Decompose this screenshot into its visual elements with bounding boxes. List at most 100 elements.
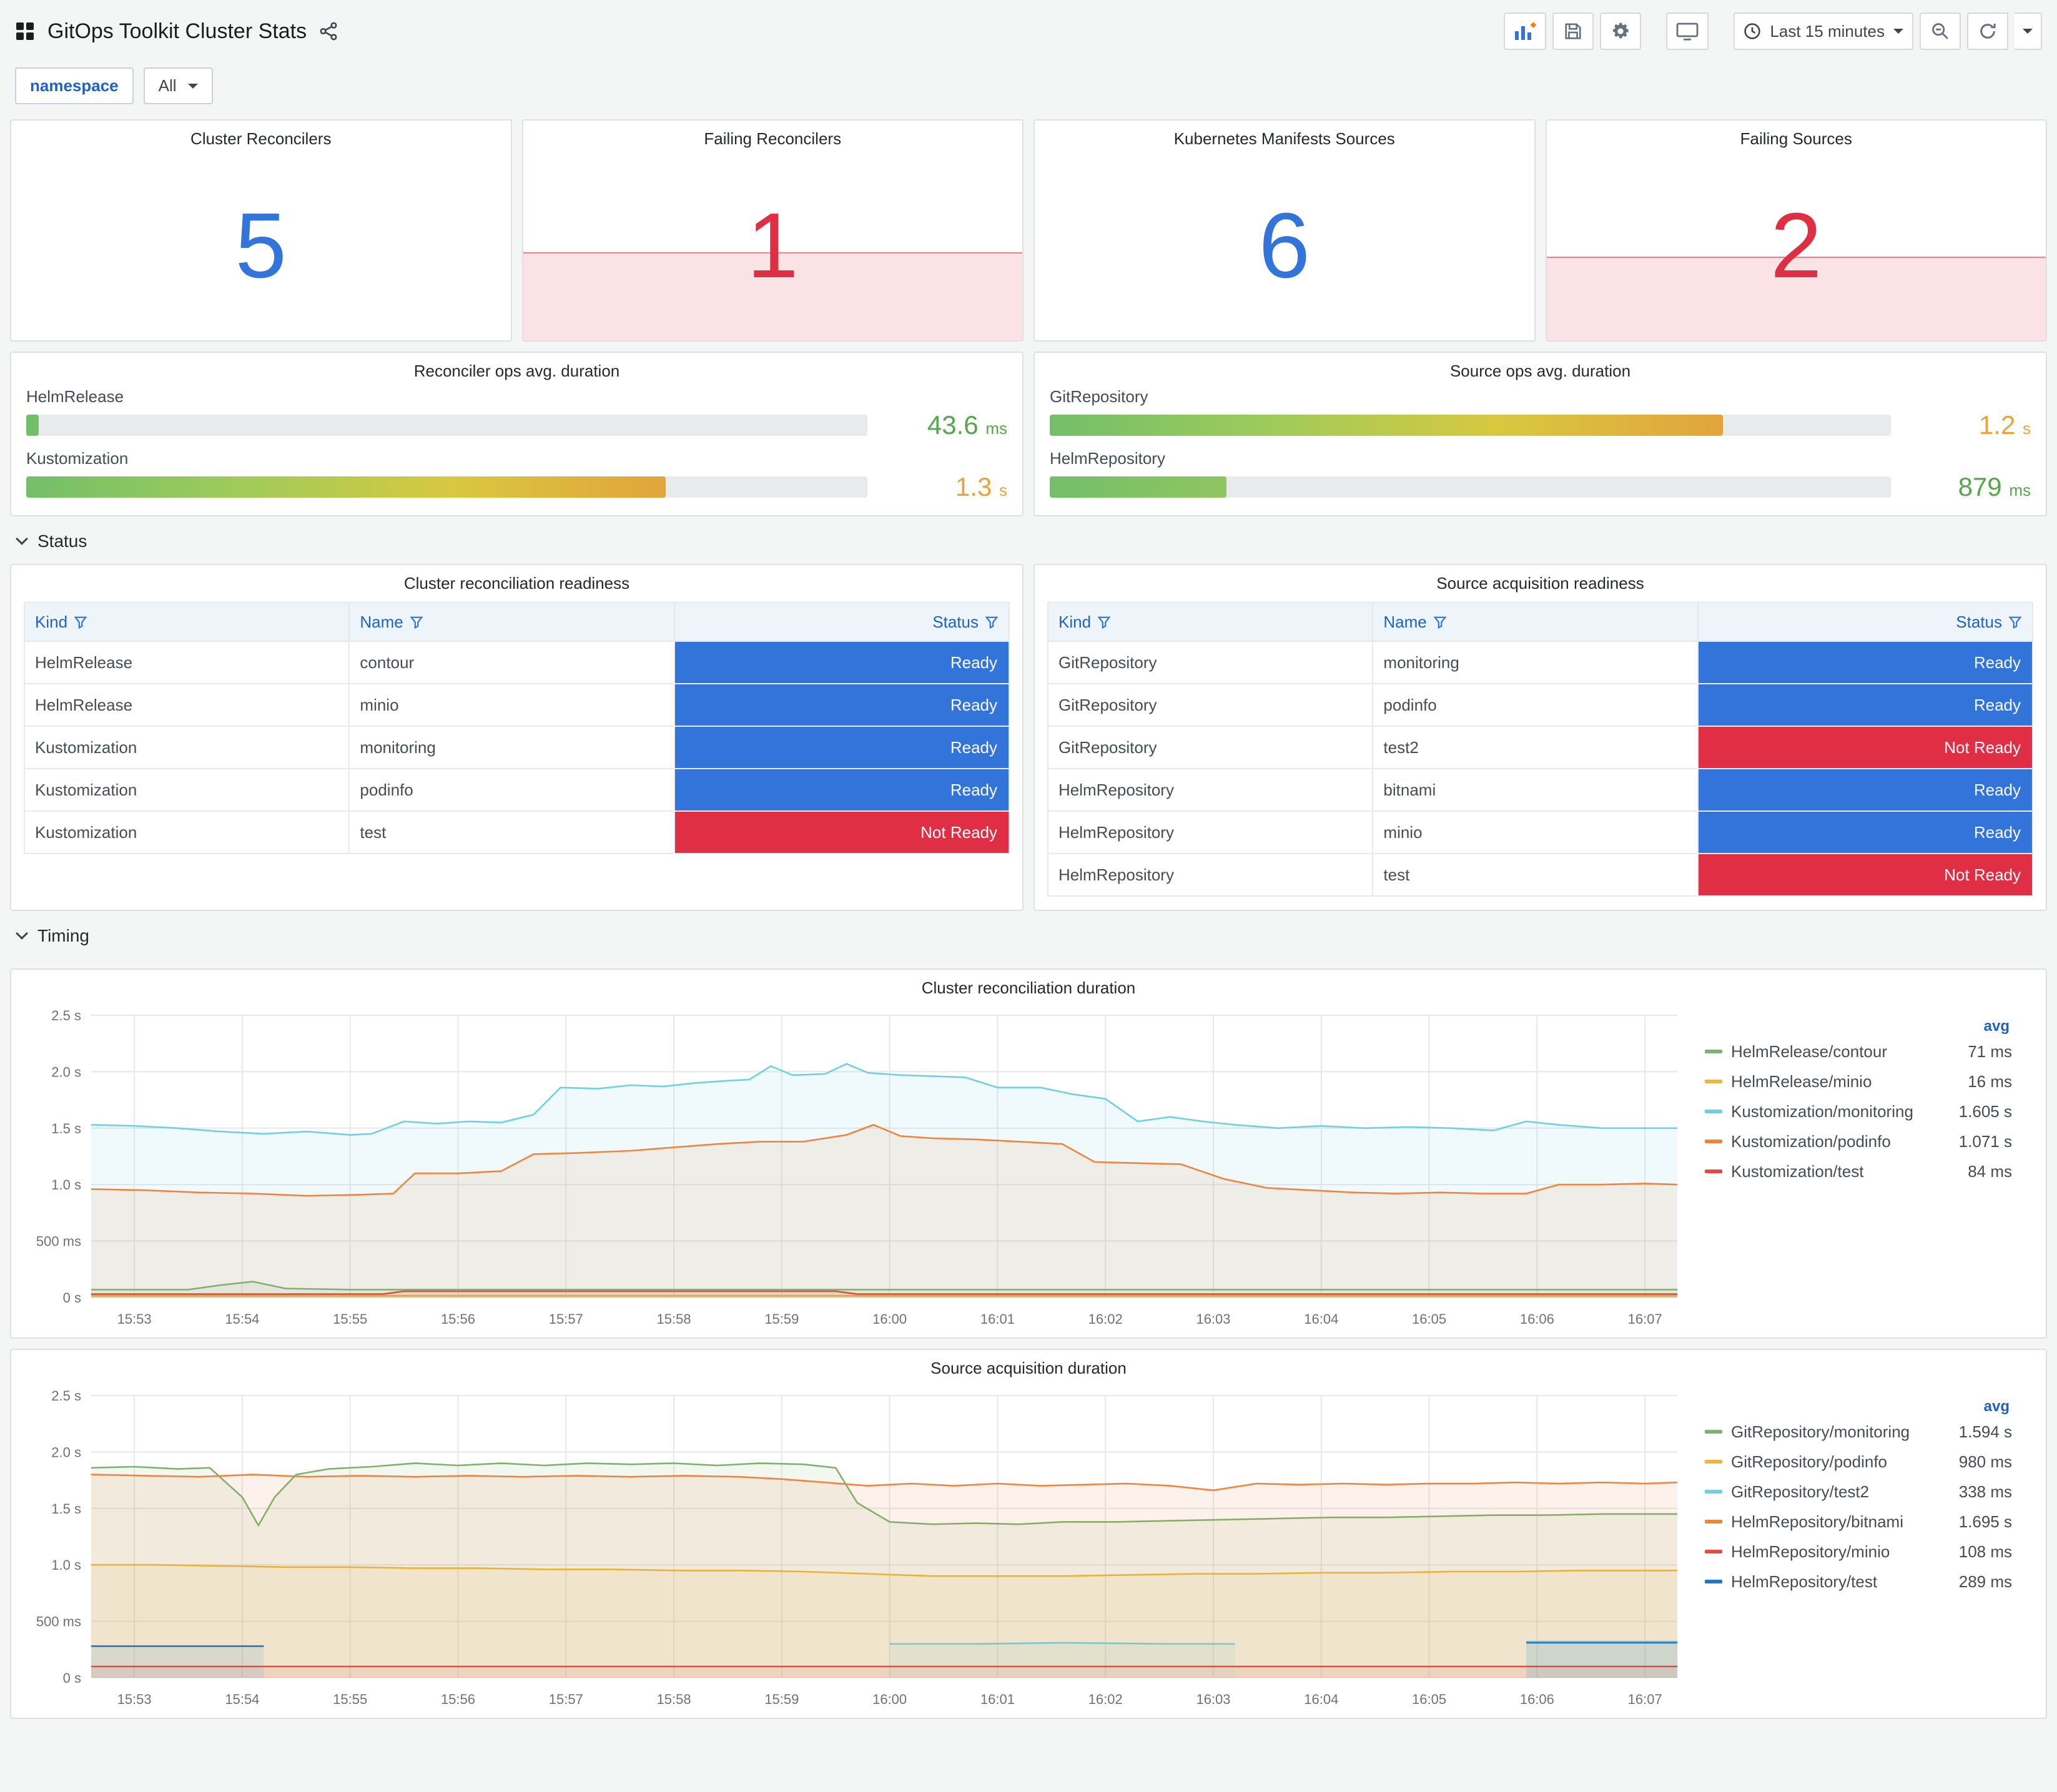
svg-text:15:54: 15:54 xyxy=(225,1691,259,1707)
panel-title: Kubernetes Manifests Sources xyxy=(1173,129,1395,148)
refresh-icon xyxy=(1978,22,1997,41)
svg-text:16:03: 16:03 xyxy=(1196,1691,1230,1707)
panel-title: Source acquisition duration xyxy=(930,1359,1127,1377)
column-header-status[interactable]: Status xyxy=(673,602,1010,642)
svg-text:16:02: 16:02 xyxy=(1088,1311,1123,1327)
variable-namespace-select[interactable]: All xyxy=(143,67,213,104)
timeseries-plot: 0 s 500 ms 1.0 s 1.5 s 2.0 s 2.5 s 15:53 15:54 1… xyxy=(36,1008,1678,1327)
svg-text:2.0 s: 2.0 s xyxy=(51,1064,81,1080)
table-row: HelmRepository test Not Ready xyxy=(1047,853,2034,897)
stat-value: 6 xyxy=(1258,194,1310,297)
gauge-label: GitRepository xyxy=(1050,387,1148,406)
monitor-icon xyxy=(1676,21,1699,41)
status-badge: Ready xyxy=(674,642,1009,683)
dashboards-grid-icon[interactable] xyxy=(15,21,35,41)
legend-series-avg: 338 ms xyxy=(1958,1482,2012,1501)
gauge-value: 43.6 ms xyxy=(927,410,1007,440)
refresh-interval-dropdown[interactable] xyxy=(2015,12,2042,50)
svg-text:15:59: 15:59 xyxy=(764,1311,799,1327)
save-dashboard-button[interactable] xyxy=(1552,12,1594,50)
refresh-button[interactable] xyxy=(1967,12,2008,50)
column-header-status[interactable]: Status xyxy=(1697,602,2034,642)
svg-text:15:57: 15:57 xyxy=(549,1691,583,1707)
time-range-picker[interactable]: Last 15 minutes xyxy=(1734,12,1913,50)
legend-item-gitrepository-monitoring[interactable]: GitRepository/monitoring 1.594 s xyxy=(1705,1417,2012,1447)
svg-text:1.5 s: 1.5 s xyxy=(51,1121,81,1136)
legend-item-kustomization-monitoring[interactable]: Kustomization/monitoring 1.605 s xyxy=(1705,1096,2012,1126)
legend-item-helmrepository-minio[interactable]: HelmRepository/minio 108 ms xyxy=(1705,1537,2012,1567)
svg-text:15:56: 15:56 xyxy=(441,1691,475,1707)
gauge-label: Kustomization xyxy=(26,449,129,468)
legend-series-avg: 1.695 s xyxy=(1958,1512,2012,1531)
column-header-name[interactable]: Name xyxy=(1372,602,1699,642)
panel-title: Source ops avg. duration xyxy=(1449,362,1631,380)
table-row: HelmRepository minio Ready xyxy=(1047,810,2034,854)
cell-kind: HelmRepository xyxy=(1058,780,1174,799)
svg-text:16:04: 16:04 xyxy=(1304,1691,1338,1707)
column-header-name[interactable]: Name xyxy=(348,602,675,642)
table-row: HelmRepository bitnami Ready xyxy=(1047,768,2034,812)
cell-name: podinfo xyxy=(1383,695,1437,714)
legend-item-helmrepository-bitnami[interactable]: HelmRepository/bitnami 1.695 s xyxy=(1705,1507,2012,1537)
panel-title: Reconciler ops avg. duration xyxy=(413,362,620,380)
cell-kind: Kustomization xyxy=(35,780,137,799)
svg-text:500 ms: 500 ms xyxy=(36,1614,81,1630)
filter-funnel-icon[interactable] xyxy=(1433,615,1447,629)
column-header-kind[interactable]: Kind xyxy=(1047,602,1374,642)
svg-text:16:01: 16:01 xyxy=(980,1691,1015,1707)
section-timing-toggle[interactable]: Timing xyxy=(10,911,2047,958)
tv-mode-button[interactable] xyxy=(1666,12,1709,50)
svg-text:16:03: 16:03 xyxy=(1196,1311,1230,1327)
legend-item-kustomization-podinfo[interactable]: Kustomization/podinfo 1.071 s xyxy=(1705,1126,2012,1156)
filter-funnel-icon[interactable] xyxy=(74,615,87,629)
legend-series-swatch xyxy=(1705,1460,1722,1464)
legend-item-gitrepository-podinfo[interactable]: GitRepository/podinfo 980 ms xyxy=(1705,1447,2012,1477)
legend-item-helmrelease-minio[interactable]: HelmRelease/minio 16 ms xyxy=(1705,1066,2012,1096)
cell-name: bitnami xyxy=(1383,780,1436,799)
status-badge: Ready xyxy=(674,684,1009,726)
cell-kind: GitRepository xyxy=(1058,695,1157,714)
add-panel-button[interactable] xyxy=(1504,12,1547,50)
panel-title: Source acquisition readiness xyxy=(1436,574,1644,593)
filter-funnel-icon[interactable] xyxy=(410,615,423,629)
filter-funnel-icon[interactable] xyxy=(2008,615,2022,629)
status-badge: Not Ready xyxy=(674,812,1009,853)
legend-item-gitrepository-test2[interactable]: GitRepository/test2 338 ms xyxy=(1705,1477,2012,1507)
svg-text:1.0 s: 1.0 s xyxy=(51,1557,81,1573)
svg-text:500 ms: 500 ms xyxy=(36,1234,81,1249)
gauge-track xyxy=(26,415,867,436)
gauge-track xyxy=(26,476,867,498)
bar-gauge-kustomization: Kustomization 1.3 s xyxy=(26,449,1007,502)
cell-name: contour xyxy=(360,652,415,672)
legend-item-kustomization-test[interactable]: Kustomization/test 84 ms xyxy=(1705,1156,2012,1186)
svg-text:15:58: 15:58 xyxy=(657,1311,691,1327)
status-badge: Ready xyxy=(674,727,1009,768)
panel-source-ops-avg-duration: Source ops avg. duration GitRepository 1.2… xyxy=(1033,352,2047,516)
legend-series-name: HelmRepository/minio xyxy=(1731,1542,1890,1561)
status-badge: Not Ready xyxy=(1698,727,2032,768)
legend-item-helmrelease-contour[interactable]: HelmRelease/contour 71 ms xyxy=(1705,1036,2012,1066)
zoom-out-button[interactable] xyxy=(1920,12,1961,50)
column-header-kind[interactable]: Kind xyxy=(23,602,350,642)
bar-gauge-helmrelease: HelmRelease 43.6 ms xyxy=(26,387,1007,440)
gauge-value: 879 ms xyxy=(1958,472,2031,501)
cell-kind: HelmRelease xyxy=(35,695,133,714)
table-row: Kustomization podinfo Ready xyxy=(23,768,1010,812)
filter-funnel-icon[interactable] xyxy=(985,615,999,629)
magnifier-minus-icon xyxy=(1931,22,1950,41)
legend-series-name: Kustomization/podinfo xyxy=(1731,1131,1891,1151)
cell-name: minio xyxy=(360,695,399,714)
legend-series-avg: 84 ms xyxy=(1968,1161,2012,1181)
svg-text:15:55: 15:55 xyxy=(333,1311,367,1327)
legend-series-name: Kustomization/test xyxy=(1731,1161,1864,1181)
filter-funnel-icon[interactable] xyxy=(1097,615,1111,629)
gear-icon xyxy=(1611,21,1630,41)
legend-item-helmrepository-test[interactable]: HelmRepository/test 289 ms xyxy=(1705,1567,2012,1597)
section-status-toggle[interactable]: Status xyxy=(10,516,2047,564)
svg-text:16:05: 16:05 xyxy=(1412,1311,1446,1327)
legend-series-swatch xyxy=(1705,1140,1722,1143)
table-row: Kustomization test Not Ready xyxy=(23,810,1010,854)
dashboard-settings-button[interactable] xyxy=(1600,12,1642,50)
share-icon[interactable] xyxy=(319,22,338,41)
cell-kind: Kustomization xyxy=(35,737,137,757)
